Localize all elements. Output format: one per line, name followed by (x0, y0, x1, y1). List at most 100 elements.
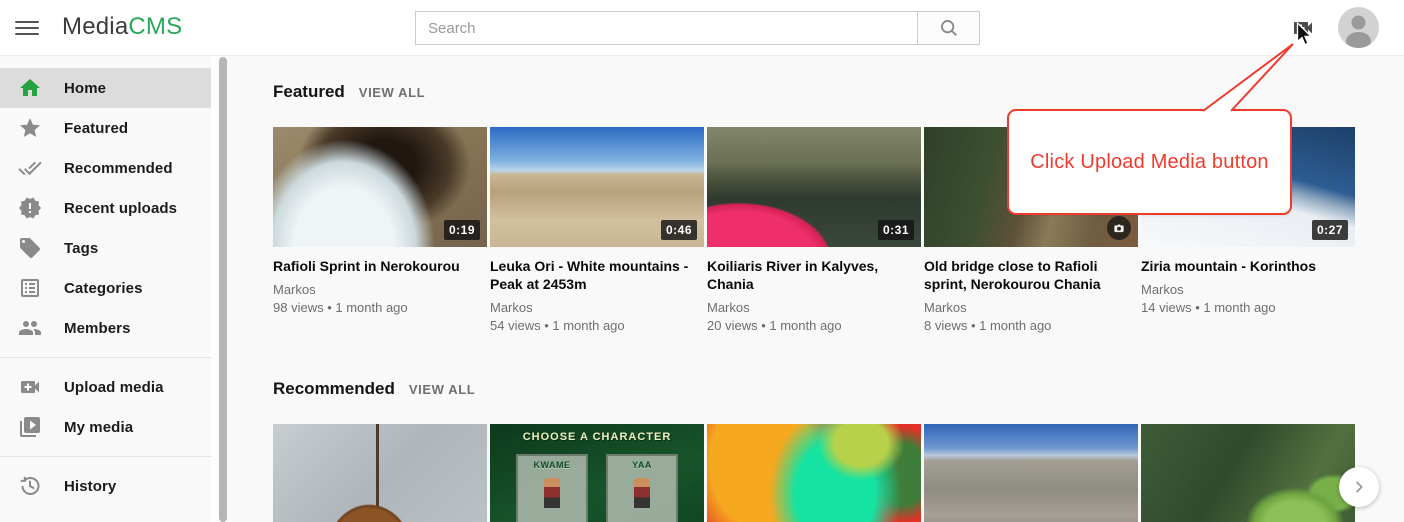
media-thumbnail[interactable] (273, 424, 487, 522)
duration-badge: 0:31 (878, 220, 914, 240)
media-card (707, 424, 921, 522)
character-name: KWAME (518, 460, 586, 470)
media-meta: 14 views • 1 month ago (1141, 300, 1355, 315)
top-bar: MediaCMS (0, 0, 1404, 56)
carousel-next-button[interactable] (1339, 467, 1379, 507)
game-screen-overlay: CHOOSE A CHARACTER KWAME YAA Selected Se… (490, 424, 704, 522)
sidebar-scrollbar-thumb[interactable] (219, 57, 227, 522)
sidebar-item-label: Upload media (64, 379, 164, 396)
media-title[interactable]: Ziria mountain - Korinthos (1141, 257, 1355, 275)
sidebar-divider (0, 456, 215, 457)
video-library-icon (18, 415, 42, 439)
list-box-icon (18, 276, 42, 300)
media-meta: 20 views • 1 month ago (707, 318, 921, 333)
game-title-text: CHOOSE A CHARACTER (490, 431, 704, 443)
media-thumbnail[interactable]: CHOOSE A CHARACTER KWAME YAA Selected Se… (490, 424, 704, 522)
sidebar-item-label: Members (64, 320, 131, 337)
media-thumbnail[interactable]: 0:46 (490, 127, 704, 247)
sidebar: Home Featured Recommended Recent uploads… (0, 56, 215, 522)
media-meta: 54 views • 1 month ago (490, 318, 704, 333)
video-camera-plus-icon (1290, 16, 1316, 40)
recommended-view-all-link[interactable]: VIEW ALL (409, 382, 475, 397)
media-title[interactable]: Koiliaris River in Kalyves, Chania (707, 257, 921, 293)
recommended-section: Recommended VIEW ALL CHOOSE A CHARACTER … (273, 379, 1404, 522)
character-panel: YAA (606, 454, 678, 522)
sidebar-item-featured[interactable]: Featured (0, 108, 215, 148)
sidebar-item-label: My media (64, 419, 133, 436)
home-icon (18, 76, 42, 100)
upload-media-button[interactable] (1290, 16, 1316, 40)
media-thumbnail[interactable] (1141, 424, 1355, 522)
video-camera-plus-icon (18, 375, 42, 399)
sidebar-item-label: Home (64, 80, 106, 97)
search-icon (938, 17, 960, 39)
search-input[interactable] (415, 11, 918, 45)
media-meta: 8 views • 1 month ago (924, 318, 1138, 333)
person-silhouette-icon (1338, 7, 1379, 48)
media-author[interactable]: Markos (490, 300, 704, 315)
media-meta: 98 views • 1 month ago (273, 300, 487, 315)
media-thumbnail[interactable]: 0:19 (273, 127, 487, 247)
media-title[interactable]: Leuka Ori - White mountains - Peak at 24… (490, 257, 704, 293)
chevron-right-icon (1351, 479, 1367, 495)
sidebar-item-recommended[interactable]: Recommended (0, 148, 215, 188)
tag-icon (18, 236, 42, 260)
logo-text-cms: CMS (128, 13, 182, 40)
media-card: 0:19 Rafioli Sprint in Nerokourou Markos… (273, 127, 487, 333)
featured-view-all-link[interactable]: VIEW ALL (359, 85, 425, 100)
section-title-featured: Featured (273, 82, 345, 102)
logo-text-media: Media (62, 13, 128, 40)
character-panel: KWAME (516, 454, 588, 522)
double-check-icon (18, 156, 42, 180)
character-name: YAA (608, 460, 676, 470)
media-card: CHOOSE A CHARACTER KWAME YAA Selected Se… (490, 424, 704, 522)
mediacms-logo[interactable]: MediaCMS (62, 13, 182, 41)
tutorial-callout: Click Upload Media button (1007, 109, 1292, 215)
star-icon (18, 116, 42, 140)
sidebar-item-my-media[interactable]: My media (0, 407, 215, 447)
sidebar-item-history[interactable]: History (0, 466, 215, 506)
media-card (273, 424, 487, 522)
search-button[interactable] (917, 11, 980, 45)
media-author[interactable]: Markos (707, 300, 921, 315)
recommended-cards-row: CHOOSE A CHARACTER KWAME YAA Selected Se… (273, 424, 1404, 522)
sidebar-divider (0, 357, 215, 358)
sidebar-item-upload-media[interactable]: Upload media (0, 367, 215, 407)
media-author[interactable]: Markos (1141, 282, 1355, 297)
media-title[interactable]: Rafioli Sprint in Nerokourou (273, 257, 487, 275)
section-title-recommended: Recommended (273, 379, 395, 399)
sidebar-item-categories[interactable]: Categories (0, 268, 215, 308)
character-sprite (634, 478, 650, 508)
sidebar-item-label: Recommended (64, 160, 173, 177)
duration-badge: 0:27 (1312, 220, 1348, 240)
user-avatar[interactable] (1338, 7, 1379, 48)
media-thumbnail[interactable] (924, 424, 1138, 522)
media-author[interactable]: Markos (273, 282, 487, 297)
media-card (1141, 424, 1355, 522)
sidebar-item-members[interactable]: Members (0, 308, 215, 348)
duration-badge: 0:46 (661, 220, 697, 240)
people-icon (18, 316, 42, 340)
media-thumbnail[interactable] (707, 424, 921, 522)
character-sprite (544, 478, 560, 508)
sidebar-item-label: History (64, 478, 116, 495)
media-author[interactable]: Markos (924, 300, 1138, 315)
burst-exclamation-icon (18, 196, 42, 220)
media-title[interactable]: Old bridge close to Rafioli sprint, Nero… (924, 257, 1138, 293)
sidebar-item-recent-uploads[interactable]: Recent uploads (0, 188, 215, 228)
media-thumbnail[interactable]: 0:31 (707, 127, 921, 247)
sidebar-item-tags[interactable]: Tags (0, 228, 215, 268)
camera-icon (1112, 221, 1126, 235)
image-type-badge (1107, 216, 1131, 240)
media-card: 0:46 Leuka Ori - White mountains - Peak … (490, 127, 704, 333)
duration-badge: 0:19 (444, 220, 480, 240)
sidebar-item-label: Recent uploads (64, 200, 177, 217)
hamburger-menu-button[interactable] (14, 16, 40, 40)
callout-text: Click Upload Media button (1030, 151, 1268, 174)
media-card: 0:31 Koiliaris River in Kalyves, Chania … (707, 127, 921, 333)
sidebar-item-label: Tags (64, 240, 98, 257)
sidebar-item-home[interactable]: Home (0, 68, 215, 108)
mediacms-home-page: MediaCMS (0, 0, 1404, 522)
sidebar-item-label: Featured (64, 120, 128, 137)
sidebar-item-label: Categories (64, 280, 143, 297)
